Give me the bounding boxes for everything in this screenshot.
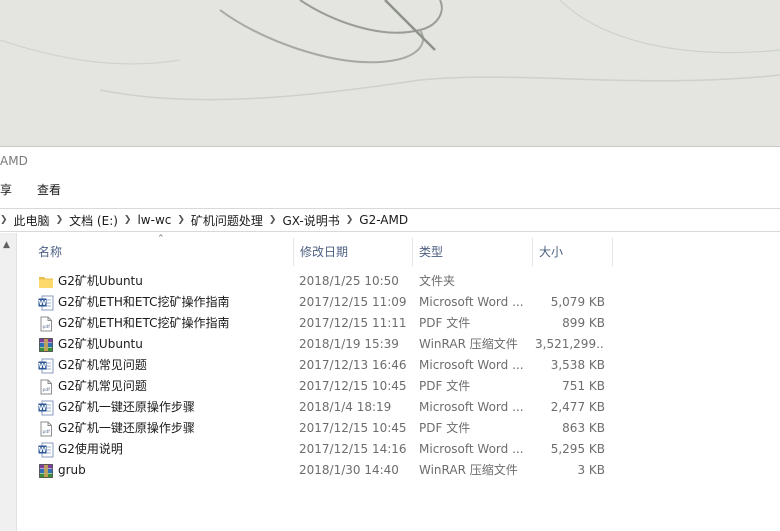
file-row[interactable]: pdf G2矿机常见问题 2017/12/15 10:45 PDF 文件 751 KB	[30, 376, 780, 397]
file-row[interactable]: pdf G2矿机一键还原操作步骤 2017/12/15 10:45 PDF 文件 863…	[30, 418, 780, 439]
ribbon-tabs: 享 查看	[0, 181, 780, 201]
chevron-right-icon[interactable]: ❯	[124, 215, 132, 225]
svg-text:W: W	[39, 299, 47, 307]
file-name: G2矿机Ubuntu	[58, 337, 143, 351]
file-row[interactable]: pdf G2矿机ETH和ETC挖矿操作指南 2017/12/15 11:11 PDF …	[30, 313, 780, 334]
file-size: 5,295 KB	[550, 442, 605, 456]
file-type: Microsoft Word ...	[419, 442, 524, 456]
file-name: G2使用说明	[58, 442, 123, 456]
breadcrumb: ❯ 此电脑 ❯ 文档 (E:) ❯ lw-wc ❯ 矿机问题处理 ❯ GX-说明…	[0, 209, 414, 231]
svg-text:pdf: pdf	[42, 429, 50, 435]
file-size: 3,521,299...	[535, 337, 605, 351]
file-type: PDF 文件	[419, 316, 471, 330]
file-date-modified: 2018/1/25 10:50	[299, 274, 399, 288]
file-type: 文件夹	[419, 274, 456, 288]
column-date-modified[interactable]: 修改日期	[294, 238, 413, 266]
file-name: G2矿机ETH和ETC挖矿操作指南	[58, 295, 230, 309]
file-name: grub	[58, 463, 86, 477]
pdf-icon: pdf	[38, 421, 54, 437]
word-doc-icon: W	[38, 442, 54, 458]
file-size: 3 KB	[577, 463, 605, 477]
file-date-modified: 2017/12/13 16:46	[299, 358, 407, 372]
breadcrumb-g2-amd[interactable]: G2-AMD	[353, 213, 414, 227]
pdf-icon: pdf	[38, 379, 54, 395]
file-date-modified: 2018/1/19 15:39	[299, 337, 399, 351]
file-type: Microsoft Word ...	[419, 358, 524, 372]
column-header: 名称 修改日期 类型 大小	[30, 238, 780, 266]
wallpaper-sketch	[0, 0, 780, 146]
file-type: PDF 文件	[419, 379, 471, 393]
column-name[interactable]: 名称	[32, 238, 294, 266]
file-size: 863 KB	[562, 421, 605, 435]
file-type: Microsoft Word ...	[419, 400, 524, 414]
file-date-modified: 2018/1/30 14:40	[299, 463, 399, 477]
desktop-wallpaper	[0, 0, 780, 147]
file-name: G2矿机Ubuntu	[58, 274, 143, 288]
ribbon-tab-share[interactable]: 享	[0, 181, 12, 198]
winrar-icon	[38, 337, 54, 353]
file-name: G2矿机一键还原操作步骤	[58, 400, 195, 414]
file-type: WinRAR 压缩文件	[419, 463, 518, 477]
chevron-right-icon[interactable]: ❯	[56, 215, 64, 225]
file-date-modified: 2017/12/15 14:16	[299, 442, 407, 456]
breadcrumb-documents-drive[interactable]: 文档 (E:)	[63, 212, 124, 229]
file-explorer-window: AMD 享 查看 ❯ 此电脑 ❯ 文档 (E:) ❯ lw-wc ❯ 矿机问题处…	[0, 147, 780, 531]
file-list: G2矿机Ubuntu 2018/1/25 10:50 文件夹 W G2矿机ETH和ETC…	[30, 271, 780, 481]
navigation-pane[interactable]: ▲	[0, 233, 17, 531]
svg-text:pdf: pdf	[42, 324, 50, 330]
ribbon-tab-view[interactable]: 查看	[37, 181, 61, 198]
file-row[interactable]: W G2使用说明 2017/12/15 14:16 Microsoft Word ..…	[30, 439, 780, 460]
file-row[interactable]: grub 2018/1/30 14:40 WinRAR 压缩文件 3 KB	[30, 460, 780, 481]
svg-text:W: W	[39, 362, 47, 370]
chevron-right-icon[interactable]: ❯	[177, 215, 185, 225]
svg-text:pdf: pdf	[42, 387, 50, 393]
svg-text:W: W	[39, 446, 47, 454]
file-name: G2矿机ETH和ETC挖矿操作指南	[58, 316, 230, 330]
file-row[interactable]: G2矿机Ubuntu 2018/1/25 10:50 文件夹	[30, 271, 780, 292]
folder-icon	[38, 274, 54, 290]
chevron-right-icon: ❯	[0, 215, 8, 225]
file-date-modified: 2017/12/15 10:45	[299, 379, 407, 393]
breadcrumb-lw-wc[interactable]: lw-wc	[131, 213, 177, 227]
file-name: G2矿机常见问题	[58, 379, 147, 393]
breadcrumb-miner-issues[interactable]: 矿机问题处理	[185, 212, 269, 229]
file-type: PDF 文件	[419, 421, 471, 435]
file-size: 5,079 KB	[550, 295, 605, 309]
file-row[interactable]: G2矿机Ubuntu 2018/1/19 15:39 WinRAR 压缩文件 3,52…	[30, 334, 780, 355]
column-type[interactable]: 类型	[413, 238, 533, 266]
file-name: G2矿机常见问题	[58, 358, 147, 372]
breadcrumb-gx-manual[interactable]: GX-说明书	[276, 212, 345, 229]
file-size: 751 KB	[562, 379, 605, 393]
file-size: 2,477 KB	[550, 400, 605, 414]
file-date-modified: 2017/12/15 11:11	[299, 316, 407, 330]
word-doc-icon: W	[38, 358, 54, 374]
file-row[interactable]: W G2矿机常见问题 2017/12/13 16:46 Microsoft Word …	[30, 355, 780, 376]
file-type: WinRAR 压缩文件	[419, 337, 518, 351]
file-type: Microsoft Word ...	[419, 295, 524, 309]
pdf-icon: pdf	[38, 316, 54, 332]
file-date-modified: 2017/12/15 10:45	[299, 421, 407, 435]
scroll-up-arrow-icon[interactable]: ▲	[3, 240, 10, 250]
file-name: G2矿机一键还原操作步骤	[58, 421, 195, 435]
file-size: 899 KB	[562, 316, 605, 330]
svg-text:W: W	[39, 404, 47, 412]
address-bar[interactable]: ❯ 此电脑 ❯ 文档 (E:) ❯ lw-wc ❯ 矿机问题处理 ❯ GX-说明…	[0, 208, 780, 232]
column-size[interactable]: 大小	[533, 238, 613, 266]
word-doc-icon: W	[38, 295, 54, 311]
breadcrumb-this-pc[interactable]: 此电脑	[8, 212, 56, 229]
file-date-modified: 2018/1/4 18:19	[299, 400, 392, 414]
chevron-right-icon[interactable]: ❯	[269, 215, 277, 225]
chevron-right-icon[interactable]: ❯	[346, 215, 354, 225]
file-date-modified: 2017/12/15 11:09	[299, 295, 407, 309]
winrar-icon	[38, 463, 54, 479]
word-doc-icon: W	[38, 400, 54, 416]
file-row[interactable]: W G2矿机ETH和ETC挖矿操作指南 2017/12/15 11:09 Micros…	[30, 292, 780, 313]
file-size: 3,538 KB	[550, 358, 605, 372]
window-title: AMD	[0, 154, 28, 168]
file-row[interactable]: W G2矿机一键还原操作步骤 2018/1/4 18:19 Microsoft Wor…	[30, 397, 780, 418]
